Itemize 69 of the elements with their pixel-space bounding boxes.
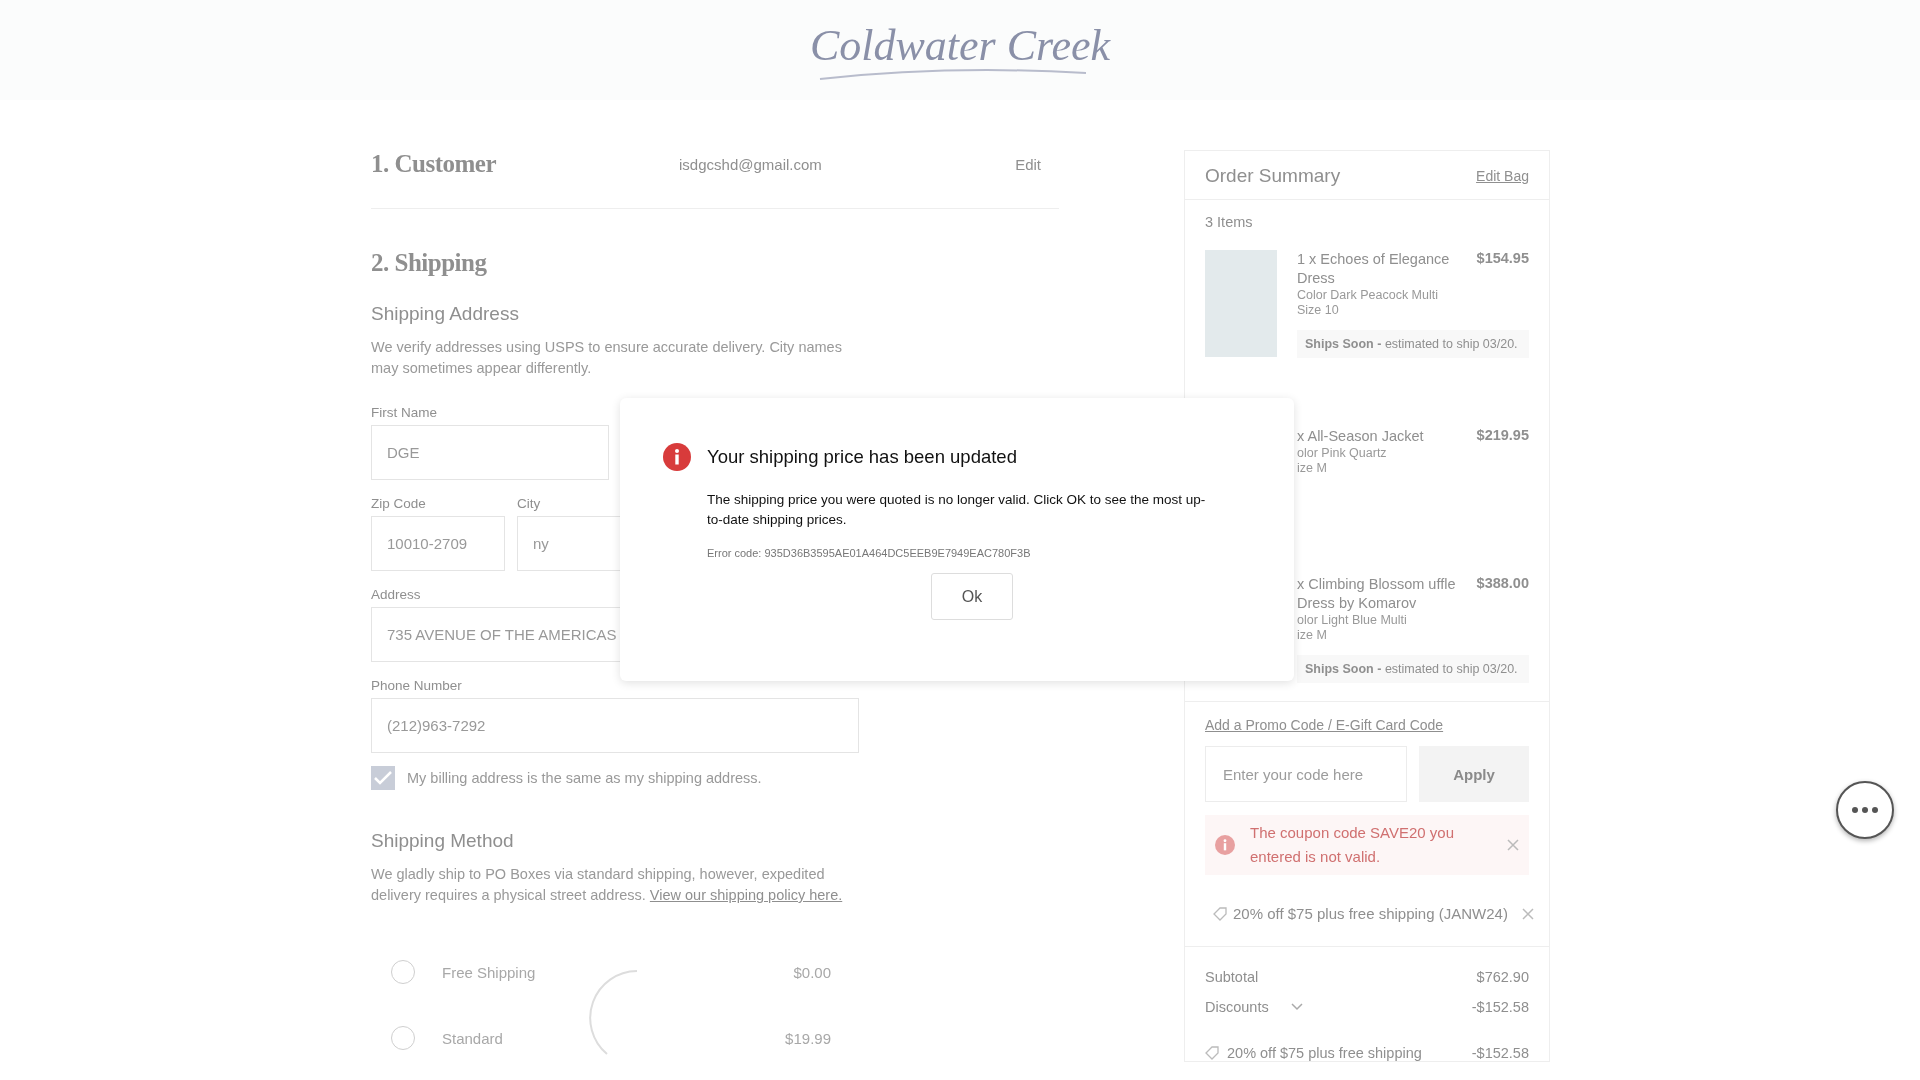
address-note: We verify addresses using USPS to ensure accurate delivery. City names may sometimes appear differently. (371, 338, 843, 378)
field-label: First Name (371, 405, 438, 420)
item-price: $388.00 (1476, 575, 1529, 593)
item-price: $154.95 (1476, 250, 1529, 268)
radio-button[interactable] (391, 960, 415, 984)
info-icon (1215, 835, 1235, 855)
item-size: Size 10 (1297, 303, 1340, 318)
input-field[interactable]: 10010-2709 (371, 516, 505, 571)
error-text: The coupon code SAVE20 you entered is not valid. (1250, 823, 1456, 867)
item-price: $219.95 (1476, 427, 1529, 445)
item-size: ize M (1297, 461, 1328, 476)
total-label: Discounts (1205, 999, 1269, 1015)
subsection-heading: Shipping Method (371, 830, 515, 852)
checkmark-icon (374, 771, 392, 785)
total-value: -$152.58 (1471, 999, 1529, 1015)
dialog-message: The shipping price you were quoted is no longer valid. Click OK to see the most up-to-date shipping prices. (707, 491, 1207, 529)
loading-spinner-icon (589, 970, 639, 1056)
shipping-policy-link[interactable]: View our shipping policy here. (649, 887, 843, 903)
checkbox[interactable] (371, 766, 395, 790)
field-label: Phone Number (371, 678, 463, 693)
field-label: Address (371, 587, 422, 602)
item-color: Color Dark Peacock Multi (1297, 288, 1439, 303)
total-label: Subtotal (1205, 969, 1259, 985)
shipping-estimate: Ships Soon - estimated to ship 03/20. (1297, 655, 1529, 683)
total-value: $762.90 (1476, 969, 1529, 985)
radio-button[interactable] (391, 1026, 415, 1050)
option-price: $19.99 (785, 1029, 831, 1047)
field-label: Zip Code (371, 496, 427, 511)
section-heading: 2. Shipping (371, 249, 488, 277)
customer-email: isdgcshd@gmail.com (679, 155, 822, 173)
error-code: Error code: 935D36B3595AE01A464DC5EEB9E7949EAC780F3B (707, 547, 1032, 559)
chevron-down-icon (1290, 1003, 1303, 1011)
item-name: 1 x Echoes of Elegance Dress (1297, 250, 1451, 288)
edit-bag-link[interactable]: Edit Bag (1476, 168, 1529, 184)
item-color: olor Pink Quartz (1297, 446, 1388, 461)
chat-icon (1850, 805, 1880, 815)
applied-coupon: 20% off $75 plus free shipping (JANW24) (1233, 905, 1508, 922)
input-field[interactable]: DGE (371, 425, 609, 480)
item-color: olor Light Blue Multi (1297, 613, 1408, 628)
checkbox-label: My billing address is the same as my shipping address. (407, 770, 762, 786)
card-title: Order Summary (1205, 165, 1341, 187)
info-icon (663, 443, 691, 471)
close-icon[interactable] (1507, 839, 1519, 851)
remove-icon[interactable] (1521, 907, 1534, 920)
promo-code-link[interactable]: Add a Promo Code / E-Gift Card Code (1205, 717, 1444, 733)
input-field[interactable]: (212)963-7292 (371, 698, 859, 753)
discount-value: -$152.58 (1471, 1045, 1529, 1061)
option-name: Free Shipping (442, 963, 536, 981)
shipping-estimate: Ships Soon - estimated to ship 03/20. (1297, 330, 1529, 358)
promo-code-field[interactable]: Enter your code here (1205, 746, 1407, 802)
field-label: City (517, 496, 542, 511)
tag-icon (1213, 906, 1227, 921)
discount-label: 20% off $75 plus free shipping (1227, 1045, 1422, 1061)
chat-button[interactable] (1836, 781, 1894, 839)
option-name: Standard (442, 1029, 503, 1047)
shipping-method-note: We gladly ship to PO Boxes via standard shipping, however, expedited delivery requires a physical street address. View our shipping policy here. (371, 865, 844, 905)
item-count: 3 Items (1204, 213, 1254, 230)
tag-icon (1205, 1046, 1219, 1060)
dialog-title: Your shipping price has been updated (707, 446, 1017, 468)
option-price: $0.00 (793, 963, 831, 981)
apply-button[interactable]: Apply (1419, 746, 1529, 802)
item-name: x All-Season Jacket (1297, 427, 1425, 446)
item-name: x Climbing Blossom uffle Dress by Komarov (1297, 575, 1457, 613)
edit-link[interactable]: Edit (1015, 155, 1041, 173)
section-heading: 1. Customer (371, 150, 497, 178)
ok-button[interactable]: Ok (931, 573, 1013, 620)
logo[interactable]: Coldwater Creek (809, 19, 1111, 81)
subsection-heading: Shipping Address (371, 303, 520, 325)
item-size: ize M (1297, 628, 1328, 643)
